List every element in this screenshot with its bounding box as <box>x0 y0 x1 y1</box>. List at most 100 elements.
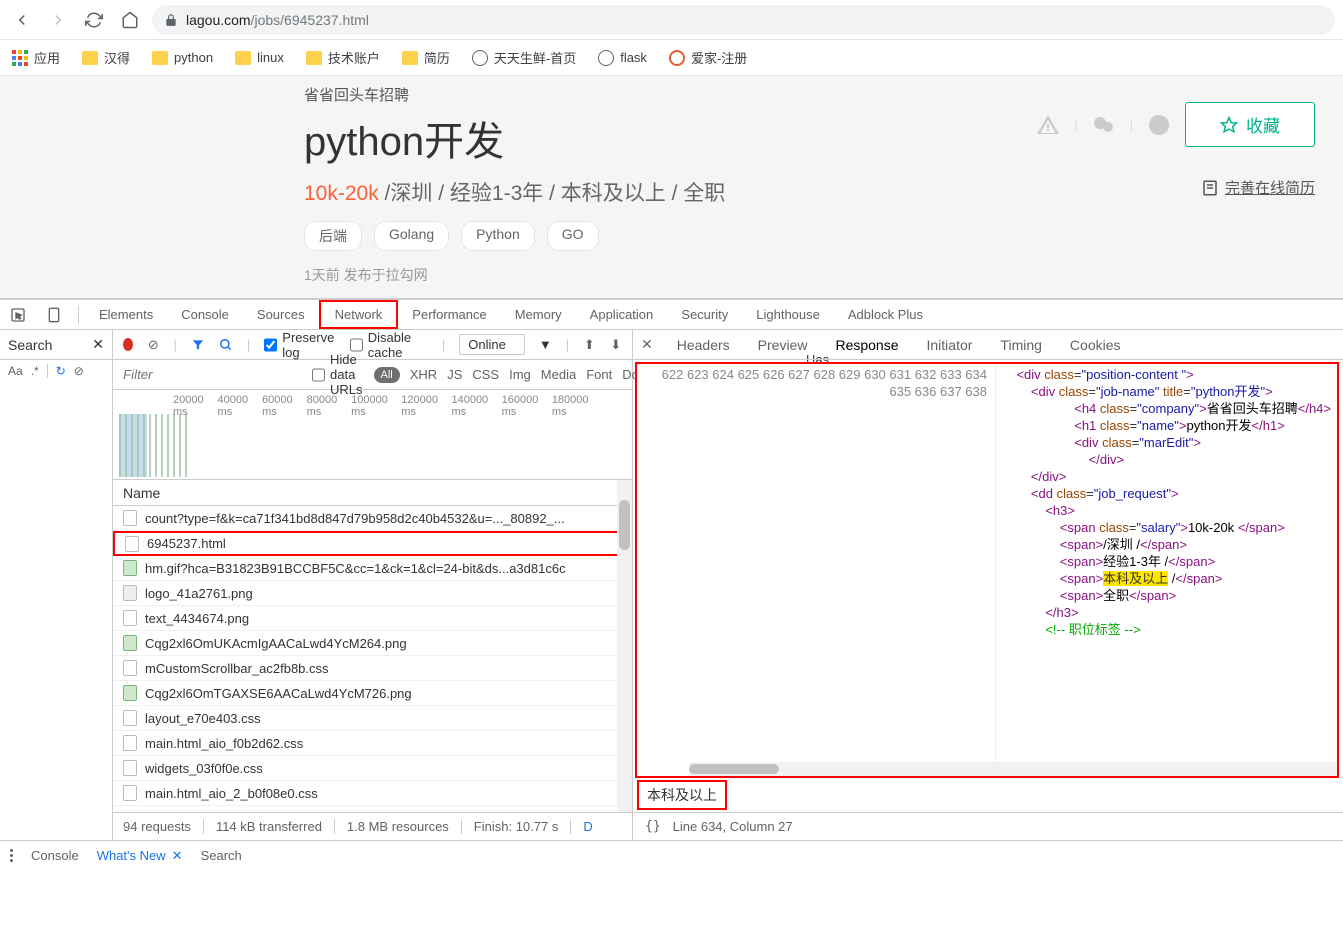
request-list: Name count?type=f&k=ca71f341bd8d847d79b9… <box>113 480 632 812</box>
tab-elements[interactable]: Elements <box>85 300 167 329</box>
home-button[interactable] <box>116 6 144 34</box>
bookmark-folder[interactable]: python <box>152 50 213 65</box>
bookmark-folder[interactable]: 汉得 <box>82 48 130 67</box>
request-row[interactable]: count?type=f&k=ca71f341bd8d847d79b958d2c… <box>113 506 632 531</box>
throttling-select[interactable]: Online <box>459 334 525 355</box>
folder-icon <box>235 51 251 65</box>
folder-icon <box>402 51 418 65</box>
dropdown-icon[interactable]: ▼ <box>539 337 552 352</box>
tab-network[interactable]: Network <box>319 300 399 329</box>
file-icon <box>123 585 137 601</box>
tab-cookies[interactable]: Cookies <box>1066 337 1125 353</box>
file-icon <box>123 610 137 626</box>
filter-icon[interactable] <box>191 337 205 353</box>
regex-toggle[interactable]: .* <box>31 364 39 378</box>
tag[interactable]: 后端 <box>304 221 362 251</box>
refresh-icon[interactable]: ↻ <box>47 364 66 378</box>
request-row[interactable]: logo_41a2761.png <box>113 581 632 606</box>
request-row[interactable]: mCustomScrollbar_ac2fb8b.css <box>113 656 632 681</box>
column-header[interactable]: Name <box>113 480 632 506</box>
forward-button[interactable] <box>44 6 72 34</box>
wechat-icon[interactable] <box>1092 113 1116 137</box>
drawer-console[interactable]: Console <box>31 848 79 863</box>
request-row[interactable]: Cqg2xl6OmTGAXSE6AACaLwd4YcM726.png <box>113 681 632 706</box>
filter-type[interactable]: Img <box>509 367 531 382</box>
filter-input[interactable] <box>123 367 302 382</box>
tab-response[interactable]: Response <box>831 337 902 353</box>
scrollbar-horizontal[interactable] <box>689 762 1337 776</box>
filter-type[interactable]: JS <box>447 367 462 382</box>
bookmark-link[interactable]: flask <box>598 50 647 66</box>
close-icon[interactable]: ✕ <box>641 336 653 353</box>
lock-icon <box>164 13 178 27</box>
reload-button[interactable] <box>80 6 108 34</box>
match-case[interactable]: Aa <box>8 364 23 378</box>
bookmark-link[interactable]: 天天生鲜-首页 <box>472 48 576 67</box>
tab-memory[interactable]: Memory <box>501 300 576 329</box>
bookmark-folder[interactable]: linux <box>235 50 284 65</box>
download-icon[interactable]: ⬇ <box>610 337 622 353</box>
file-icon <box>123 735 137 751</box>
filter-type[interactable]: Media <box>541 367 576 382</box>
close-icon[interactable]: ✕ <box>92 336 104 353</box>
bookmark-link[interactable]: 爱家-注册 <box>669 48 747 67</box>
filter-type[interactable]: Font <box>586 367 612 382</box>
tab-sources[interactable]: Sources <box>243 300 319 329</box>
search-icon[interactable] <box>219 337 233 353</box>
device-icon[interactable] <box>36 307 72 323</box>
close-icon[interactable]: ✕ <box>172 848 183 864</box>
tab-lighthouse[interactable]: Lighthouse <box>742 300 834 329</box>
request-row[interactable]: main.html_aio_2_b0f08e0.css <box>113 781 632 806</box>
bookmark-folder[interactable]: 简历 <box>402 48 450 67</box>
apps-icon <box>12 50 28 66</box>
resume-link[interactable]: 完善在线简历 <box>1201 177 1315 198</box>
tab-preview[interactable]: Preview <box>754 337 812 353</box>
request-row[interactable]: hm.gif?hca=B31823B91BCCBF5C&cc=1&ck=1&cl… <box>113 556 632 581</box>
request-row[interactable]: layout_e70e403.css <box>113 706 632 731</box>
request-row[interactable]: Cqg2xl6OmUKAcmIgAACaLwd4YcM264.png <box>113 631 632 656</box>
devtools-drawer: Console What's New ✕ Search <box>0 840 1343 870</box>
star-icon <box>1220 116 1238 134</box>
request-row[interactable]: text_4434674.png <box>113 606 632 631</box>
tag[interactable]: GO <box>547 221 599 251</box>
network-timeline[interactable]: 20000 ms40000 ms60000 ms80000 ms100000 m… <box>113 390 632 480</box>
tab-application[interactable]: Application <box>576 300 668 329</box>
tab-initiator[interactable]: Initiator <box>923 337 977 353</box>
tab-performance[interactable]: Performance <box>398 300 500 329</box>
filter-all[interactable]: All <box>374 367 400 383</box>
find-input[interactable]: 本科及以上 <box>637 780 727 810</box>
address-bar[interactable]: lagou.com/jobs/6945237.html <box>152 5 1335 35</box>
response-code[interactable]: 622 623 624 625 626 627 628 629 630 631 … <box>635 362 1339 778</box>
upload-icon[interactable]: ⬆ <box>583 337 595 353</box>
scrollbar[interactable] <box>617 480 632 812</box>
tab-adblock[interactable]: Adblock Plus <box>834 300 937 329</box>
clear-button[interactable]: ⊘ <box>147 337 159 353</box>
apps-button[interactable]: 应用 <box>12 48 60 67</box>
menu-icon[interactable] <box>10 849 13 862</box>
tab-security[interactable]: Security <box>667 300 742 329</box>
tab-timing[interactable]: Timing <box>996 337 1046 353</box>
clear-icon[interactable]: ⊘ <box>74 364 84 378</box>
request-row[interactable]: 6945237.html <box>113 531 632 556</box>
filter-type[interactable]: XHR <box>410 367 437 382</box>
link-icon[interactable] <box>1147 113 1171 137</box>
bookmark-folder[interactable]: 技术账户 <box>306 48 380 67</box>
request-row[interactable]: widgets_03f0f0e.css <box>113 756 632 781</box>
filter-type[interactable]: CSS <box>472 367 499 382</box>
file-icon <box>123 785 137 801</box>
drawer-whatsnew[interactable]: What's New ✕ <box>97 848 183 864</box>
tab-console[interactable]: Console <box>167 300 243 329</box>
tag[interactable]: Python <box>461 221 535 251</box>
favorite-button[interactable]: 收藏 <box>1185 102 1315 147</box>
inspect-icon[interactable] <box>0 307 36 323</box>
publish-info: 1天前 发布于拉勾网 <box>304 265 1343 285</box>
back-button[interactable] <box>8 6 36 34</box>
tab-headers[interactable]: Headers <box>673 337 734 353</box>
warning-icon[interactable] <box>1036 113 1060 137</box>
response-panel: ✕ Headers Preview Response Initiator Tim… <box>633 330 1343 840</box>
tag[interactable]: Golang <box>374 221 449 251</box>
request-row[interactable]: main.html_aio_f0b2d62.css <box>113 731 632 756</box>
drawer-search[interactable]: Search <box>201 848 242 863</box>
record-button[interactable] <box>123 338 133 351</box>
file-icon <box>123 635 137 651</box>
